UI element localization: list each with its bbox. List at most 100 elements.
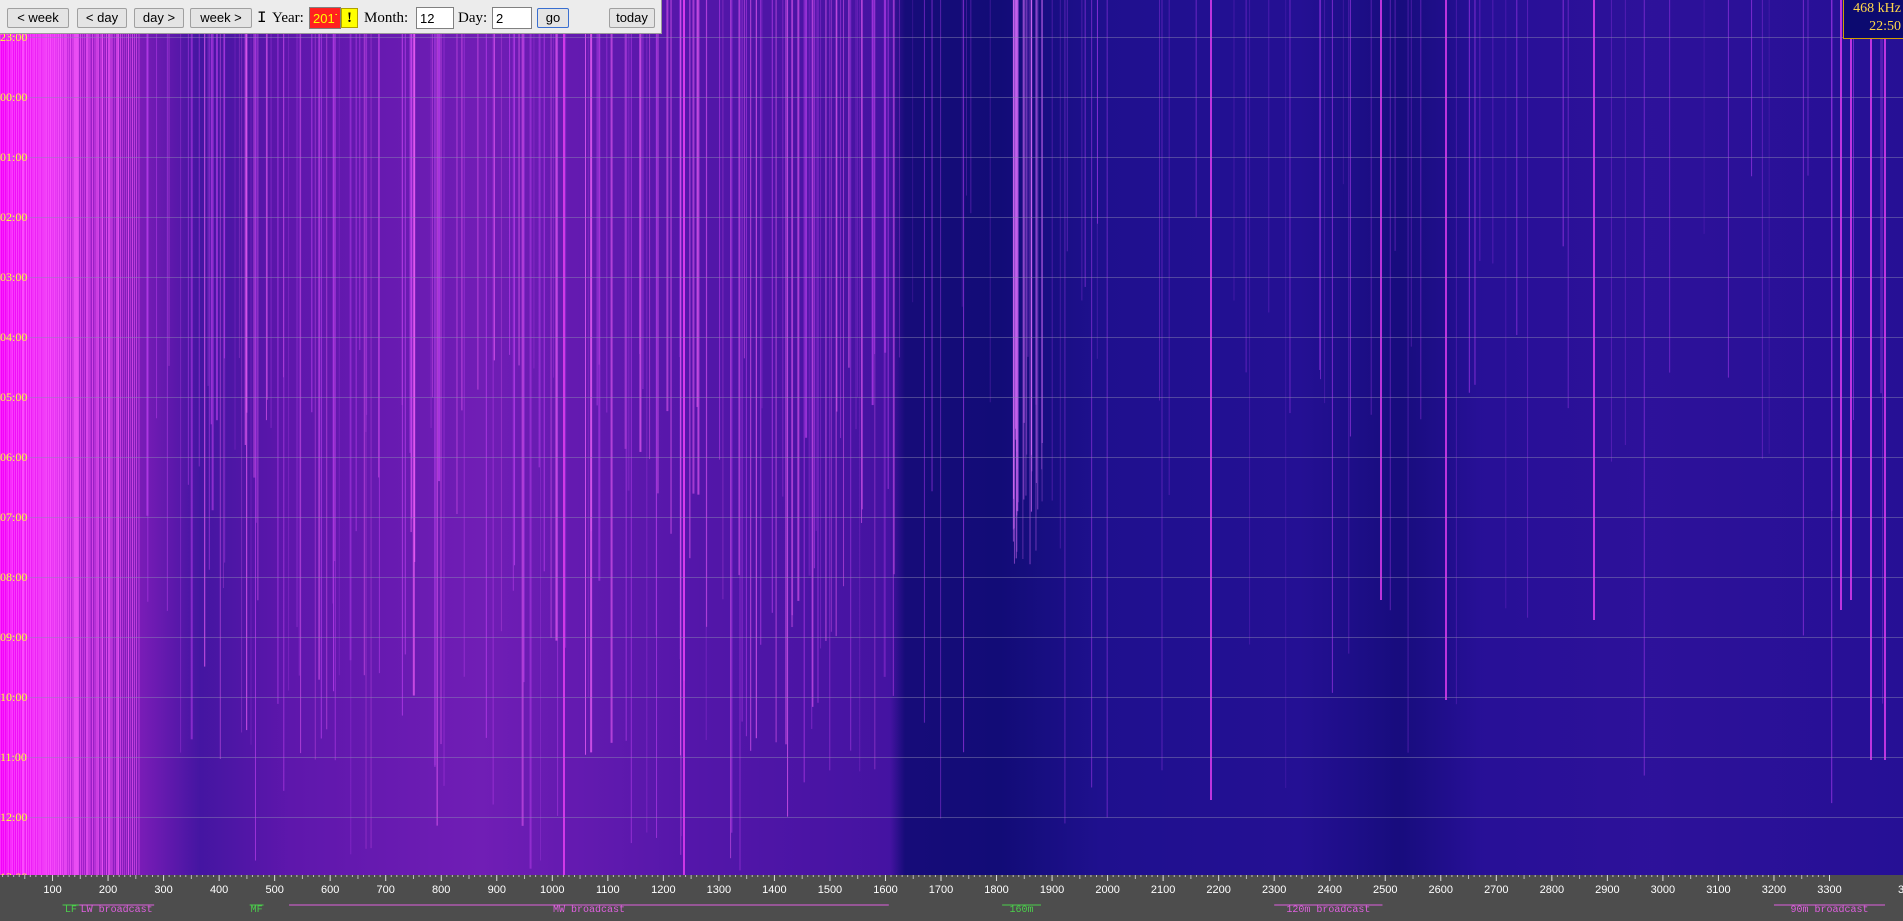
signal-trace xyxy=(1030,0,1032,455)
signal-trace xyxy=(14,0,15,875)
signal-trace xyxy=(438,0,441,482)
signal-trace xyxy=(1081,0,1083,301)
signal-trace xyxy=(563,0,565,875)
signal-trace xyxy=(523,0,525,683)
month-label: Month: xyxy=(364,10,409,26)
signal-trace xyxy=(1852,0,1854,421)
signal-trace xyxy=(1035,0,1037,483)
signal-trace xyxy=(731,0,733,833)
signal-trace xyxy=(130,0,131,875)
signal-trace xyxy=(86,0,88,875)
signal-trace xyxy=(1455,0,1457,705)
time-label: 12:00 xyxy=(0,810,28,824)
signal-trace xyxy=(1802,0,1804,636)
signal-trace xyxy=(253,0,256,478)
signal-trace xyxy=(1349,0,1351,437)
week-back-button[interactable]: < week xyxy=(7,8,69,28)
signal-trace xyxy=(288,0,290,691)
day-label: Day: xyxy=(458,10,488,26)
signal-trace xyxy=(92,0,93,875)
signal-trace xyxy=(1870,0,1872,760)
freq-tick-label: 2500 xyxy=(1373,884,1397,896)
signal-trace xyxy=(552,0,554,378)
signal-trace xyxy=(156,0,158,419)
signal-trace xyxy=(318,0,320,469)
signal-trace xyxy=(54,0,55,875)
signal-trace xyxy=(550,0,552,638)
signal-trace xyxy=(265,0,267,421)
signal-trace xyxy=(52,0,53,875)
signal-trace xyxy=(241,0,243,733)
go-button[interactable]: go xyxy=(537,8,569,28)
day-forward-button[interactable]: day > xyxy=(134,8,184,28)
hour-gridline xyxy=(0,637,1903,638)
signal-trace xyxy=(1884,0,1886,760)
signal-trace xyxy=(82,0,83,875)
signal-trace xyxy=(705,0,707,740)
signal-trace xyxy=(1168,0,1170,496)
signal-trace xyxy=(1285,0,1287,788)
waterfall-spectrogram[interactable]: 23:00 00:00 01:00 02:00 03:00 04:00 05:00 06:00… xyxy=(0,0,1903,875)
signal-trace xyxy=(56,0,57,875)
signal-trace xyxy=(404,0,406,655)
signal-trace xyxy=(244,0,246,445)
signal-trace xyxy=(147,0,149,602)
signal-trace xyxy=(187,0,189,485)
signal-trace xyxy=(1468,0,1470,393)
signal-trace xyxy=(963,0,965,753)
signal-trace xyxy=(320,0,322,739)
hour-gridline xyxy=(0,817,1903,818)
signal-trace xyxy=(1012,0,1014,530)
year-input[interactable] xyxy=(309,7,341,29)
time-label: 05:00 xyxy=(0,390,28,404)
band-label: 90m broadcast xyxy=(1790,905,1869,916)
signal-trace xyxy=(58,0,59,875)
signal-trace xyxy=(311,0,313,413)
signal-trace xyxy=(1703,0,1705,234)
freq-tick-label: 600 xyxy=(321,884,339,896)
signal-trace xyxy=(743,0,745,359)
time-label: 01:00 xyxy=(0,150,28,164)
signal-trace xyxy=(334,0,336,761)
signal-trace xyxy=(28,0,29,875)
signal-trace xyxy=(20,0,21,875)
time-label: 04:00 xyxy=(0,330,28,344)
hour-gridline xyxy=(0,337,1903,338)
freq-tick-label: 200 xyxy=(99,884,117,896)
signal-trace xyxy=(38,0,40,875)
day-input[interactable] xyxy=(492,7,532,29)
signal-trace xyxy=(529,0,532,869)
week-forward-button[interactable]: week > xyxy=(190,8,252,28)
signal-trace xyxy=(679,0,681,660)
signal-trace xyxy=(518,0,520,366)
signal-trace xyxy=(655,0,657,636)
hour-gridline xyxy=(0,517,1903,518)
signal-trace xyxy=(208,0,210,570)
signal-trace xyxy=(26,0,27,875)
signal-trace xyxy=(1624,0,1626,446)
signal-trace xyxy=(1593,0,1595,620)
signal-trace xyxy=(1474,0,1476,385)
signal-trace xyxy=(100,0,102,875)
signal-trace xyxy=(923,0,925,723)
signal-trace xyxy=(610,0,613,743)
signal-trace xyxy=(596,0,598,406)
freq-tick-label: 3200 xyxy=(1762,884,1786,896)
signal-trace xyxy=(120,0,121,875)
signal-trace xyxy=(24,0,25,875)
signal-trace xyxy=(104,0,105,875)
month-input[interactable] xyxy=(416,7,454,29)
today-button[interactable]: today xyxy=(609,8,655,28)
day-back-button[interactable]: < day xyxy=(77,8,127,28)
band-label: MF xyxy=(250,905,263,916)
time-label: 09:00 xyxy=(0,630,28,644)
hour-gridline xyxy=(0,157,1903,158)
signal-trace xyxy=(850,0,852,751)
signal-trace xyxy=(126,0,127,875)
signal-trace xyxy=(630,0,632,844)
hour-gridline xyxy=(0,217,1903,218)
freq-tick-label: 2000 xyxy=(1095,884,1119,896)
signal-trace xyxy=(815,0,817,531)
signal-trace xyxy=(282,0,284,378)
signal-trace xyxy=(62,0,63,875)
